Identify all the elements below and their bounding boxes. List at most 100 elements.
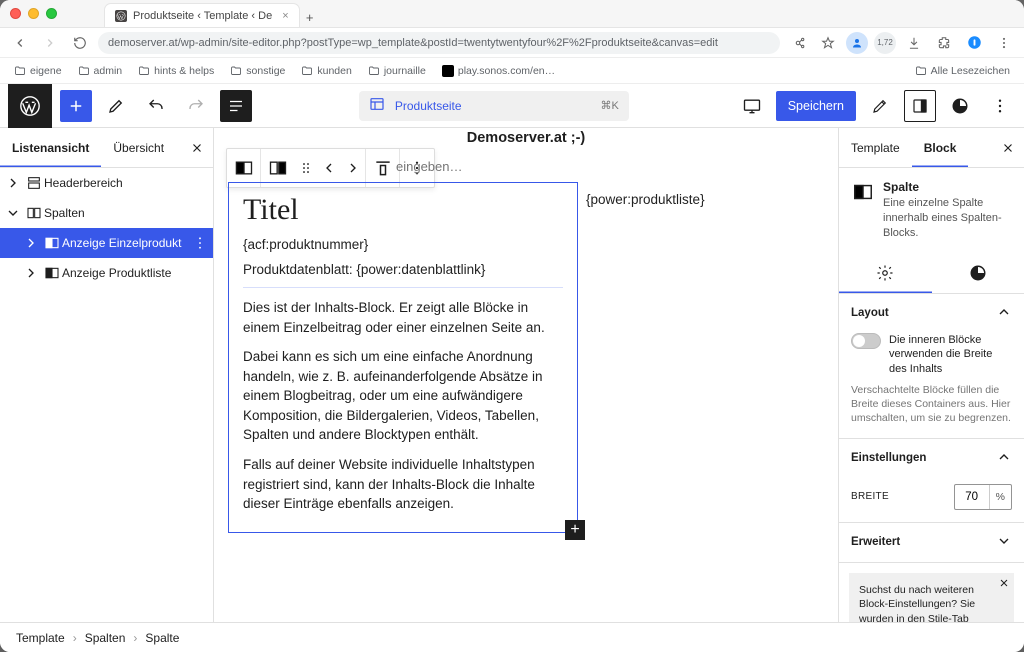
styles-tab-icon[interactable]	[932, 253, 1024, 293]
nav-placeholder[interactable]: eingeben…	[396, 154, 824, 178]
content-paragraph: Falls auf deiner Website individuelle In…	[243, 455, 563, 514]
chevron-right-icon	[20, 235, 42, 251]
chevron-down-icon	[2, 205, 24, 221]
block-name: Spalte	[883, 180, 1012, 194]
save-button[interactable]: Speichern	[776, 91, 856, 121]
redo-button[interactable]	[180, 90, 212, 122]
tree-item-header[interactable]: Headerbereich	[0, 168, 213, 198]
url-text: demoserver.at/wp-admin/site-editor.php?p…	[108, 37, 718, 49]
bookmark-folder[interactable]: admin	[72, 62, 129, 80]
chevron-up-icon	[996, 449, 1012, 468]
crumb-column[interactable]: Spalte	[145, 631, 179, 645]
block-description: Eine einzelne Spalte innerhalb eines Spa…	[883, 196, 1012, 241]
styles-button[interactable]	[944, 90, 976, 122]
tab-template[interactable]: Template	[839, 128, 912, 167]
bookmark-item[interactable]: play.sonos.com/en…	[436, 62, 561, 80]
chevron-down-icon	[996, 533, 1012, 552]
nav-back-button[interactable]	[8, 31, 32, 55]
styles-moved-notice: Suchst du nach weiteren Block-Einstellun…	[849, 573, 1014, 622]
traffic-minimize[interactable]	[28, 8, 39, 19]
browser-tab[interactable]: Produktseite ‹ Template ‹ De ×	[104, 3, 300, 27]
profile-chip[interactable]	[846, 32, 868, 54]
width-label: BREITE	[851, 491, 889, 502]
tree-label: Anzeige Produktliste	[62, 266, 171, 280]
ext-badge[interactable]: 1,72	[874, 32, 896, 54]
bookmarks-bar: eigene admin hints & helps sonstige kund…	[0, 58, 1024, 84]
settings-tab-icon[interactable]	[839, 253, 932, 293]
section-layout-toggle[interactable]: Layout	[839, 294, 1024, 333]
view-desktop-button[interactable]	[736, 90, 768, 122]
tab-uebersicht[interactable]: Übersicht	[101, 128, 176, 167]
notice-dismiss-button[interactable]	[998, 577, 1010, 594]
bookmark-folder[interactable]: journaille	[362, 62, 432, 80]
inner-width-toggle[interactable]	[851, 333, 881, 349]
close-tab-icon[interactable]: ×	[282, 10, 288, 22]
settings-sidebar-button[interactable]	[864, 90, 896, 122]
block-inspector-toggle[interactable]	[904, 90, 936, 122]
width-input[interactable]	[955, 491, 989, 503]
datasheet-line[interactable]: Produktdatenblatt: {power:datenblattlink…	[243, 262, 563, 277]
bookmark-folder[interactable]: eigene	[8, 62, 68, 80]
width-unit-select[interactable]: %	[989, 485, 1011, 509]
star-button[interactable]	[816, 31, 840, 55]
crumb-template[interactable]: Template	[16, 631, 65, 645]
options-menu-button[interactable]	[984, 90, 1016, 122]
command-shortcut: ⌘K	[601, 99, 619, 112]
wp-logo-button[interactable]	[8, 84, 52, 128]
column-block-icon	[851, 180, 875, 204]
tab-listenansicht[interactable]: Listenansicht	[0, 128, 101, 167]
listview-close-button[interactable]	[185, 136, 209, 160]
crumb-columns[interactable]: Spalten	[85, 631, 126, 645]
tree-item-columns[interactable]: Spalten	[0, 198, 213, 228]
nav-reload-button[interactable]	[68, 31, 92, 55]
productlist-column[interactable]: {power:produktliste}	[586, 182, 705, 207]
tools-edit-button[interactable]	[100, 90, 132, 122]
post-title[interactable]: Titel	[243, 193, 563, 227]
header-block-icon	[24, 173, 44, 193]
selected-column-block[interactable]: Titel {acf:produktnummer} Produktdatenbl…	[228, 182, 578, 533]
inserter-toggle-button[interactable]	[60, 90, 92, 122]
section-settings-toggle[interactable]: Einstellungen	[839, 439, 1024, 478]
post-content-block[interactable]: Dies ist der Inhalts-Block. Er zeigt all…	[243, 287, 563, 514]
document-title: Produktseite	[395, 99, 462, 113]
acf-shortcode[interactable]: {acf:produktnummer}	[243, 237, 563, 252]
tab-block[interactable]: Block	[912, 128, 969, 167]
tree-label: Anzeige Einzelprodukt	[62, 236, 181, 250]
url-bar[interactable]: demoserver.at/wp-admin/site-editor.php?p…	[98, 32, 780, 54]
bookmark-folder[interactable]: hints & helps	[132, 62, 220, 80]
onepassword-button[interactable]	[962, 31, 986, 55]
new-tab-button[interactable]: +	[300, 7, 320, 27]
bookmark-folder[interactable]: kunden	[295, 62, 357, 80]
window-titlebar: Produktseite ‹ Template ‹ De × +	[0, 0, 1024, 28]
tree-label: Spalten	[44, 206, 85, 220]
traffic-zoom[interactable]	[46, 8, 57, 19]
toggle-help: Verschachtelte Blöcke füllen die Breite …	[851, 383, 1012, 426]
extensions-button[interactable]	[932, 31, 956, 55]
editor-canvas[interactable]: Demoserver.at ;-) eingeben…	[214, 128, 838, 622]
inspector-close-button[interactable]	[996, 136, 1020, 160]
document-title-button[interactable]: Produktseite ⌘K	[359, 91, 629, 121]
share-button[interactable]	[786, 31, 810, 55]
traffic-close[interactable]	[10, 8, 21, 19]
row-options-icon[interactable]	[187, 235, 213, 251]
section-advanced-toggle[interactable]: Erweitert	[839, 523, 1024, 562]
columns-block-icon	[24, 203, 44, 223]
nav-forward-button[interactable]	[38, 31, 62, 55]
chevron-up-icon	[996, 304, 1012, 323]
tree-item-single-product[interactable]: Anzeige Einzelprodukt	[0, 228, 213, 258]
chevron-right-icon: ›	[73, 631, 77, 645]
block-breadcrumb: Template › Spalten › Spalte	[0, 622, 1024, 652]
all-bookmarks-button[interactable]: Alle Lesezeichen	[909, 62, 1016, 80]
chrome-menu-button[interactable]	[992, 31, 1016, 55]
toggle-label: Die inneren Blöcke verwenden die Breite …	[889, 333, 1012, 378]
listview-toggle-button[interactable]	[220, 90, 252, 122]
tree-label: Headerbereich	[44, 176, 123, 190]
tree-item-product-list[interactable]: Anzeige Produktliste	[0, 258, 213, 288]
block-appender-button[interactable]: +	[565, 520, 585, 540]
block-inspector: Template Block Spalte Eine einzelne Spal…	[838, 128, 1024, 622]
bookmark-folder[interactable]: sonstige	[224, 62, 291, 80]
chevron-right-icon: ›	[133, 631, 137, 645]
download-button[interactable]	[902, 31, 926, 55]
wordpress-favicon	[115, 10, 127, 22]
undo-button[interactable]	[140, 90, 172, 122]
